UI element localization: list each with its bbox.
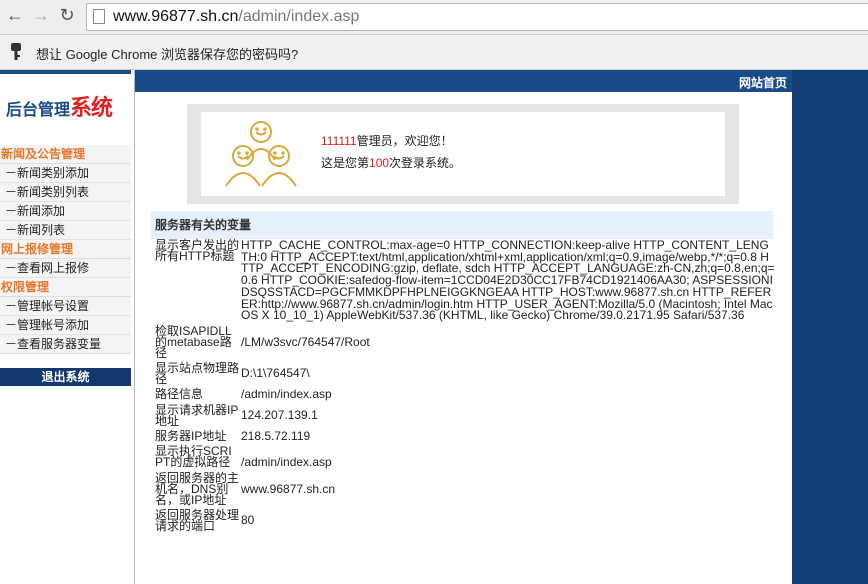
main-panel: 网站首页 111111管理员，欢迎您！ 这是您第100次登录系统。 服务器有关的…	[134, 70, 793, 584]
menu-group-news: 新闻及公告管理 －新闻类别添加 －新闻类别列表 －新闻添加 －新闻列表	[0, 145, 131, 240]
welcome-greeting: 111111管理员，欢迎您！	[321, 132, 453, 149]
var-value: 218.5.72.119	[241, 428, 311, 443]
username: 111111	[321, 134, 357, 148]
table-row: 返回服务器处理请求的端口 80	[155, 508, 775, 534]
menu-group-repair: 网上报修管理 －查看网上报修	[0, 240, 131, 278]
login-count-line: 这是您第100次登录系统。	[321, 154, 461, 171]
top-nav-bar: 网站首页	[135, 70, 793, 92]
var-label: 显示站点物理路径	[155, 360, 240, 386]
right-background	[792, 70, 868, 584]
var-label: 路径信息	[155, 386, 204, 401]
infobar-message: 想让 Google Chrome 浏览器保存您的密码吗?	[36, 47, 299, 62]
menu-item-add-account[interactable]: －管理帐号添加	[0, 316, 131, 335]
var-label: 显示执行SCRIPT的虚拟路径	[155, 444, 232, 470]
menu-item-view-repair[interactable]: －查看网上报修	[0, 259, 131, 278]
page-icon	[93, 9, 105, 24]
var-value: /admin/index.asp	[241, 386, 332, 401]
menu-group-permissions: 权限管理 －管理帐号设置 －管理帐号添加 －查看服务器变量	[0, 278, 131, 354]
menu-item-news-list[interactable]: －新闻列表	[0, 221, 131, 240]
url-path: /admin/index.asp	[238, 8, 360, 25]
forward-icon[interactable]: →	[30, 4, 52, 26]
var-value: D:\1\764547\	[241, 365, 310, 380]
var-value: /admin/index.asp	[241, 455, 332, 470]
table-row: 返回服务器的主机名，DNS别名，或IP地址 www.96877.sh.cn	[155, 471, 775, 508]
login-count: 100	[369, 156, 390, 170]
sidebar: 后台管理系统 新闻及公告管理 －新闻类别添加 －新闻类别列表 －新闻添加 －新闻…	[0, 70, 131, 584]
logo-text-main: 后台管理	[6, 102, 71, 119]
page-content: 后台管理系统 新闻及公告管理 －新闻类别添加 －新闻类别列表 －新闻添加 －新闻…	[0, 70, 868, 584]
menu-item-add-news[interactable]: －新闻添加	[0, 202, 131, 221]
server-vars-table: 显示客户发出的所有HTTP标题 HTTP_CACHE_CONTROL:max-a…	[155, 238, 775, 536]
var-value: HTTP_CACHE_CONTROL:max-age=0 HTTP_CONNEC…	[241, 238, 775, 323]
menu-item-news-category-list[interactable]: －新闻类别列表	[0, 183, 131, 202]
url-text[interactable]: www.96877.sh.cn/admin/index.asp	[113, 8, 359, 26]
table-row: 显示执行SCRIPT的虚拟路径 /admin/index.asp	[155, 444, 775, 470]
login-prefix: 这是您第	[321, 156, 370, 170]
table-row: 显示请求机器IP地址 124.207.139.1	[155, 402, 775, 428]
address-bar[interactable]: www.96877.sh.cn/admin/index.asp	[86, 3, 868, 31]
browser-toolbar: ← → ↻ www.96877.sh.cn/admin/index.asp	[0, 0, 868, 35]
var-label: 显示客户发出的所有HTTP标题	[155, 238, 240, 263]
var-label: 显示请求机器IP地址	[155, 402, 239, 428]
var-label: 返回服务器的主机名，DNS别名，或IP地址	[155, 471, 240, 508]
menu-head-news[interactable]: 新闻及公告管理	[0, 145, 131, 164]
logo-text-accent: 系统	[70, 95, 113, 120]
table-row: 检取ISAPIDLL的metabase路径 /LM/w3svc/764547/R…	[155, 323, 775, 360]
menu-item-account-settings[interactable]: －管理帐号设置	[0, 297, 131, 316]
table-row: 显示客户发出的所有HTTP标题 HTTP_CACHE_CONTROL:max-a…	[155, 238, 775, 323]
var-value: /LM/w3svc/764547/Root	[241, 334, 370, 349]
key-icon	[11, 43, 21, 60]
table-row: 服务器IP地址 218.5.72.119	[155, 428, 775, 443]
var-label: 返回服务器处理请求的端口	[155, 508, 240, 534]
table-row: 显示站点物理路径 D:\1\764547\	[155, 360, 775, 386]
table-row: 路径信息 /admin/index.asp	[155, 386, 775, 401]
menu-item-server-vars[interactable]: －查看服务器变量	[0, 335, 131, 354]
sidebar-top-bar	[0, 70, 131, 74]
menu-item-add-news-category[interactable]: －新闻类别添加	[0, 164, 131, 183]
users-icon	[225, 121, 297, 187]
menu-head-repair[interactable]: 网上报修管理	[0, 240, 131, 259]
var-label: 服务器IP地址	[155, 428, 227, 443]
welcome-inner: 111111管理员，欢迎您！ 这是您第100次登录系统。	[201, 112, 725, 196]
url-host: www.96877.sh.cn	[113, 8, 239, 25]
var-value: 124.207.139.1	[241, 407, 318, 422]
var-value: www.96877.sh.cn	[241, 482, 336, 497]
back-icon[interactable]: ←	[4, 4, 26, 26]
login-suffix: 次登录系统。	[389, 156, 462, 170]
var-label: 检取ISAPIDLL的metabase路径	[155, 323, 232, 360]
home-link[interactable]: 网站首页	[739, 74, 787, 91]
logout-button[interactable]: 退出系统	[0, 368, 131, 386]
server-vars-title: 服务器有关的变量	[151, 211, 773, 239]
greeting-text: 管理员，欢迎您！	[356, 134, 453, 148]
menu-head-permissions[interactable]: 权限管理	[0, 278, 131, 297]
welcome-box: 111111管理员，欢迎您！ 这是您第100次登录系统。	[187, 104, 739, 204]
logo: 后台管理系统	[6, 90, 113, 122]
reload-icon[interactable]: ↻	[56, 4, 78, 26]
var-value: 80	[241, 513, 255, 528]
save-password-infobar: 想让 Google Chrome 浏览器保存您的密码吗?	[0, 35, 868, 70]
